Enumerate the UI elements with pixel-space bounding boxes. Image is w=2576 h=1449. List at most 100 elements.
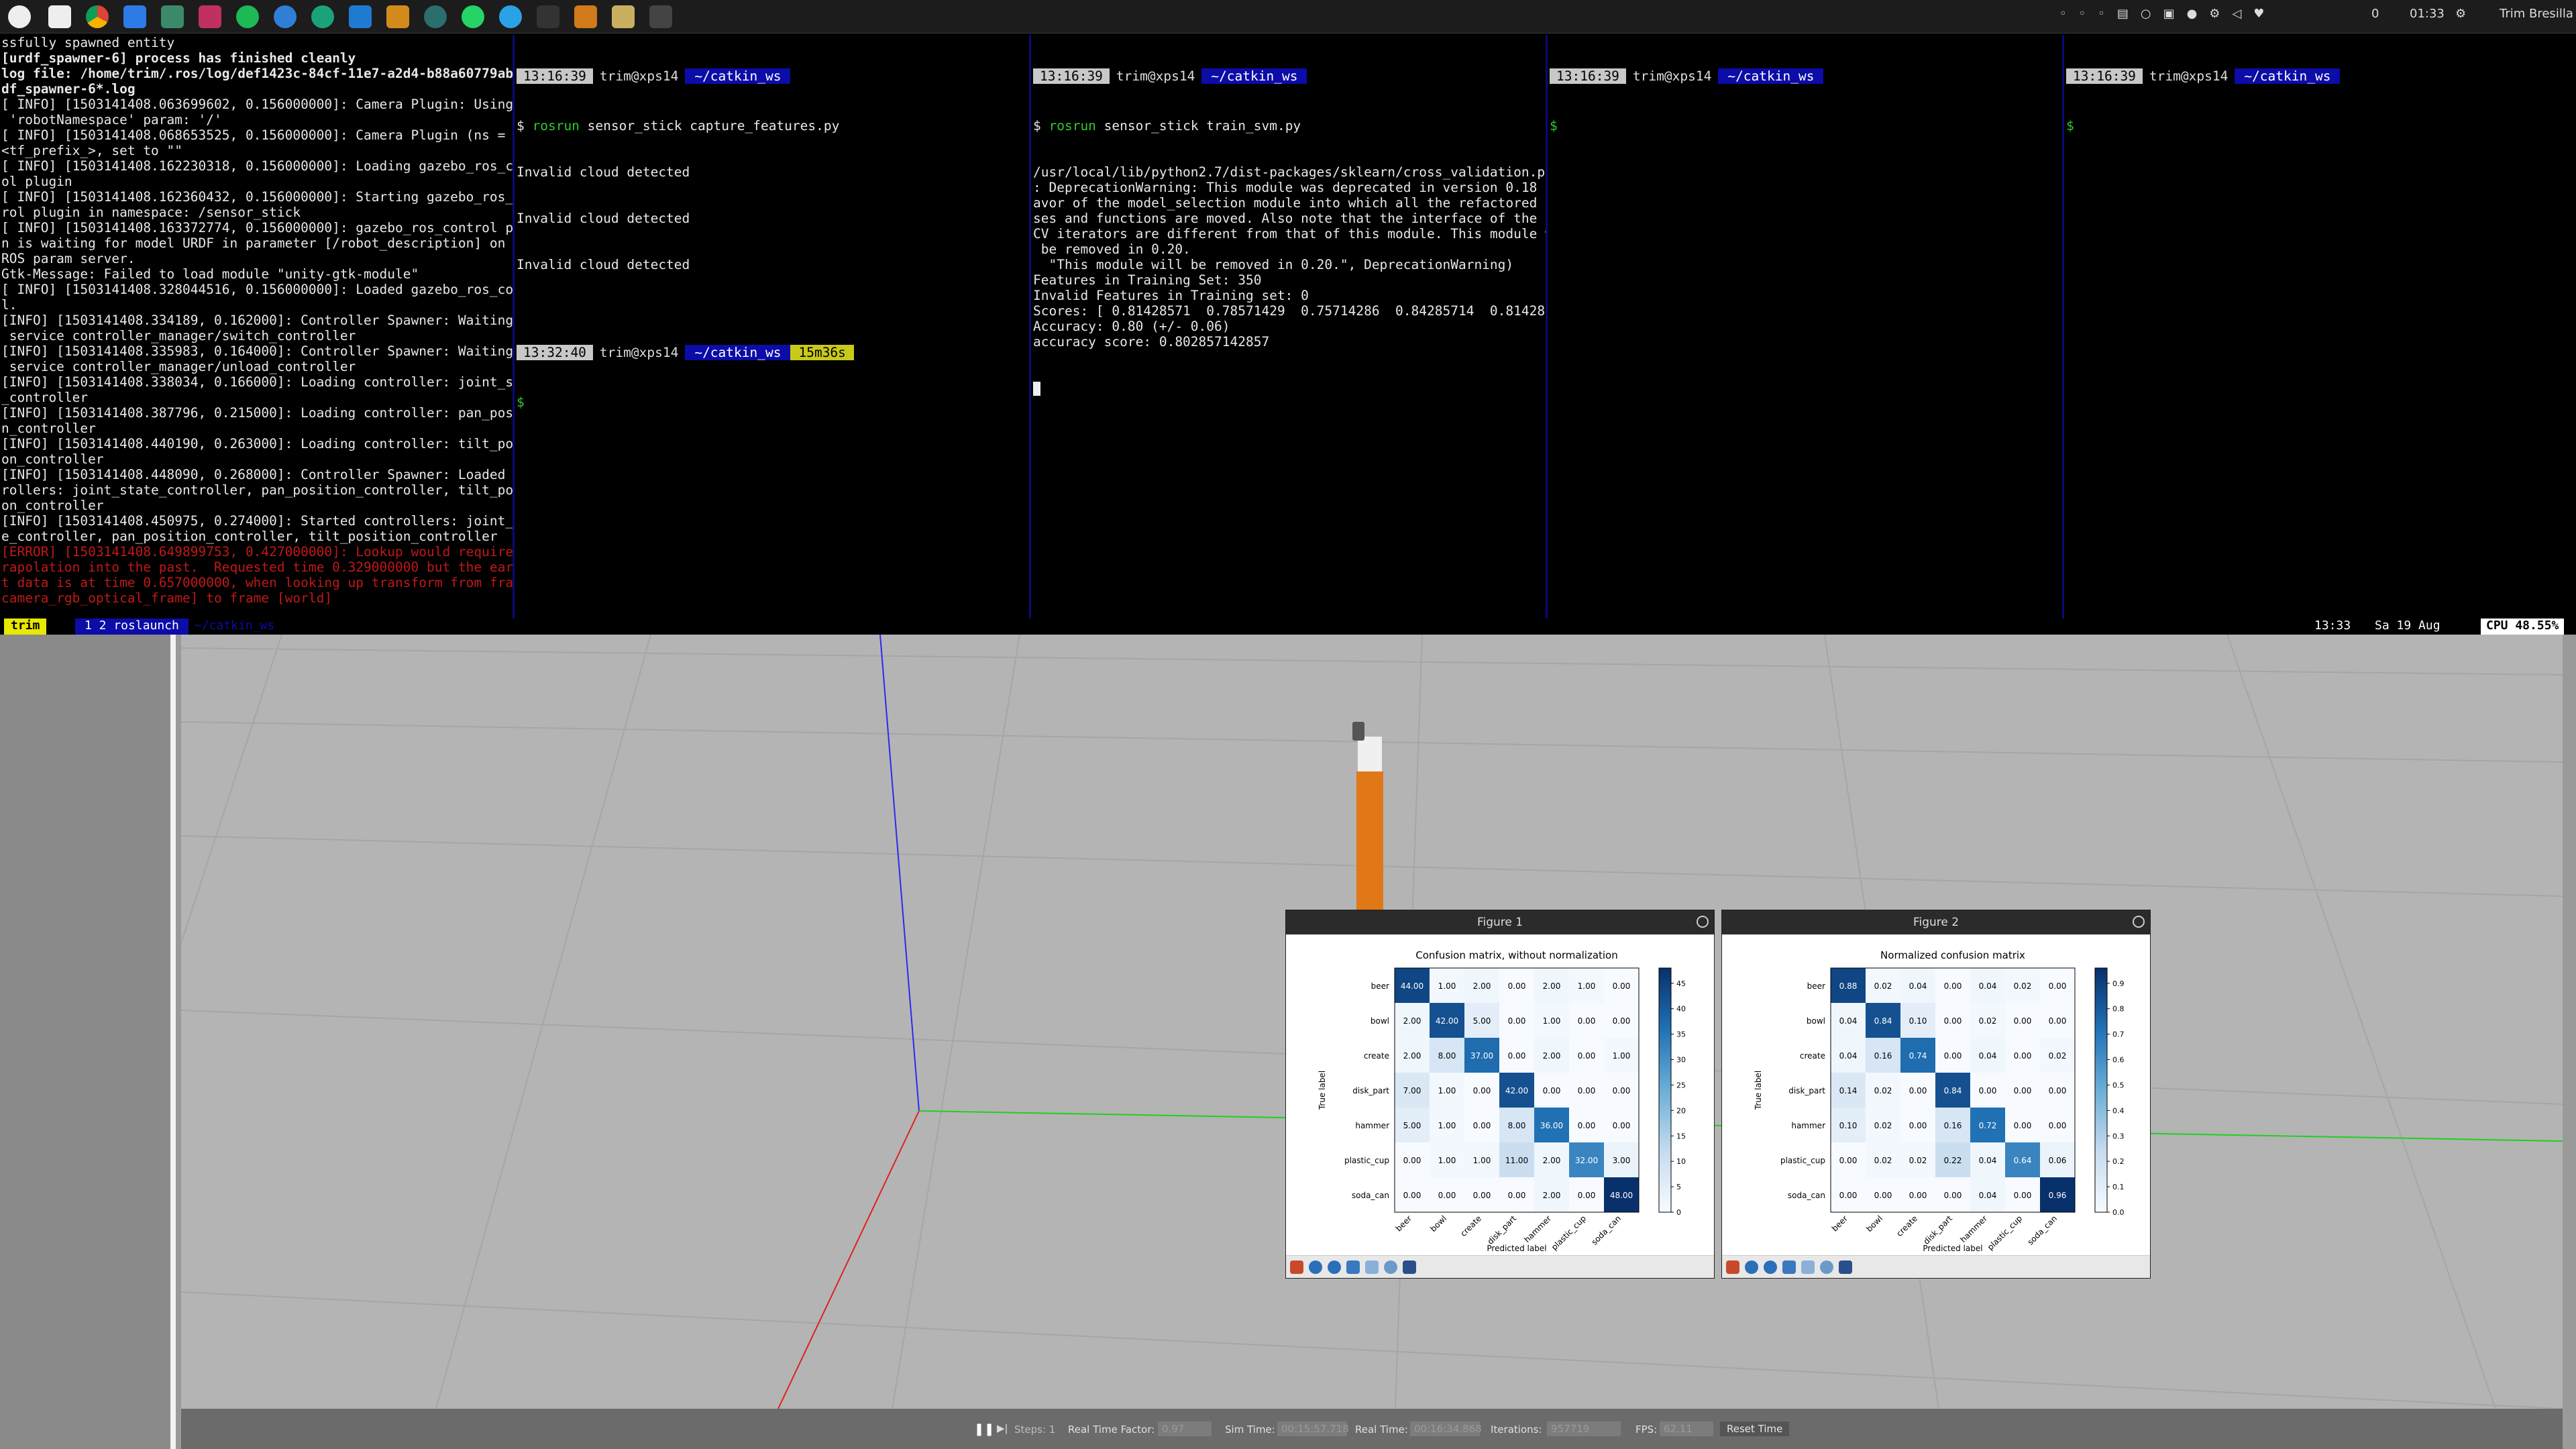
camera-lens[interactable] <box>1352 722 1364 741</box>
pan-icon[interactable] <box>1346 1260 1360 1274</box>
back-icon[interactable] <box>1745 1260 1758 1274</box>
terminal-pane-capture[interactable]: 13:16:39 trim@xps14 ~/catkin_ws $ rosrun s… <box>515 35 1029 619</box>
cell-value: 0.04 <box>1979 1156 1997 1165</box>
pause-icon[interactable]: ❚❚ <box>974 1422 994 1436</box>
y-tick-label: plastic_cup <box>1780 1156 1825 1165</box>
spotify-icon[interactable] <box>236 5 259 28</box>
window-list[interactable]: 1 2 roslaunch <box>75 619 189 635</box>
error-line: [ERROR] [1503141408.649899753, 0.4270000… <box>1 544 513 559</box>
close-icon[interactable] <box>2133 916 2145 928</box>
ubuntu-menu-icon[interactable] <box>8 5 31 28</box>
figure-title-bar[interactable]: Figure 2 <box>1722 910 2150 934</box>
cell-value: 0.00 <box>1874 1191 1892 1200</box>
output-line: Invalid Features in Training set: 0 <box>1033 288 1309 303</box>
app4-icon[interactable] <box>612 5 635 28</box>
app3-icon[interactable] <box>574 5 597 28</box>
log-line: [INFO] [1503141408.450975, 0.274000]: St… <box>1 513 513 529</box>
save-icon[interactable] <box>1403 1260 1416 1274</box>
command-line: $ rosrun sensor_stick capture_features.p… <box>517 118 840 133</box>
figure-canvas[interactable]: Normalized confusion matrix 0.88 0.02 0.04 0… <box>1722 934 2150 1255</box>
cell-value: 0.00 <box>1613 1121 1631 1130</box>
chrome-icon[interactable] <box>86 5 109 28</box>
figure-1-window[interactable]: Figure 1 Confusion matrix, without norma… <box>1285 910 1715 1279</box>
cell-value: 0.00 <box>2014 1051 2032 1061</box>
log-line: 'robotNamespace' param: '/' <box>1 112 222 127</box>
settings-icon[interactable] <box>274 5 297 28</box>
terminal-pane-roslaunch[interactable]: ssfully spawned entity [urdf_spawner-6] p… <box>0 35 513 619</box>
colorbar-tick-label: 0.6 <box>2112 1056 2125 1065</box>
close-icon[interactable] <box>1697 916 1709 928</box>
steps-label[interactable]: Steps: 1 <box>1014 1424 1055 1436</box>
user-name[interactable]: Trim Bresilla <box>2500 7 2573 21</box>
x-axis-label: Predicted label <box>1487 1244 1546 1253</box>
app2-icon[interactable] <box>424 5 447 28</box>
figure-title-bar[interactable]: Figure 1 <box>1286 910 1714 934</box>
terminal-pane-4[interactable]: 13:16:39 trim@xps14 ~/catkin_ws $ <box>1548 35 2062 619</box>
gazebo-side-panel[interactable] <box>0 635 176 1449</box>
terminal-icon[interactable] <box>537 5 559 28</box>
files-icon[interactable] <box>48 5 71 28</box>
clock[interactable]: 01:33 <box>2410 7 2445 21</box>
status-cpu: CPU 48.55% <box>2481 619 2565 635</box>
skype-icon[interactable] <box>499 5 522 28</box>
cell-value: 44.00 <box>1401 981 1424 991</box>
user-icon[interactable]: ⚙ <box>2455 7 2466 21</box>
figure-2-window[interactable]: Figure 2 Normalized confusion matrix 0.88… <box>1721 910 2151 1279</box>
x-tick-label: beer <box>1830 1214 1849 1233</box>
cell-value: 0.00 <box>1438 1191 1456 1200</box>
top-panel: ◦◦◦▤○▣●⚙◁♥ 0 01:33 ⚙ Trim Bresilla <box>0 0 2576 34</box>
cell-value: 1.00 <box>1543 1016 1561 1026</box>
zoom-icon[interactable] <box>1365 1260 1379 1274</box>
whatsapp-icon[interactable] <box>462 5 484 28</box>
home-icon[interactable] <box>1290 1260 1303 1274</box>
figure-window-title: Figure 1 <box>1477 916 1523 929</box>
y-tick-label: disk_part <box>1788 1086 1825 1095</box>
window-icon[interactable] <box>649 5 672 28</box>
terminal-pane-train[interactable]: 13:16:39 trim@xps14 ~/catkin_ws $ rosrun s… <box>1032 35 1546 619</box>
colorbar-tick-label: 25 <box>1676 1081 1686 1089</box>
monitor-icon[interactable] <box>161 5 184 28</box>
y-tick-label: soda_can <box>1352 1191 1389 1200</box>
back-icon[interactable] <box>1309 1260 1322 1274</box>
zoom-icon[interactable] <box>1801 1260 1815 1274</box>
output-line: avor of the model_selection module into … <box>1033 195 1546 211</box>
configure-icon[interactable] <box>1384 1260 1397 1274</box>
forward-icon[interactable] <box>1764 1260 1777 1274</box>
x-axis <box>777 1110 920 1409</box>
colorbar <box>2094 967 2108 1213</box>
figure-canvas[interactable]: Confusion matrix, without normalization 4… <box>1286 934 1714 1255</box>
git-icon[interactable] <box>386 5 409 28</box>
download-icon[interactable] <box>123 5 146 28</box>
configure-icon[interactable] <box>1820 1260 1833 1274</box>
cell-value: 0.00 <box>1909 1121 1927 1130</box>
output-line: ses and functions are moved. Also note t… <box>1033 211 1546 226</box>
browser-icon[interactable] <box>311 5 334 28</box>
y-tick-label: beer <box>1371 981 1389 991</box>
cell-value: 2.00 <box>1403 1051 1421 1061</box>
cell-value: 1.00 <box>1613 1051 1631 1061</box>
prompt-time: 13:16:39 <box>2066 68 2143 84</box>
fps-label: FPS: <box>1635 1424 1658 1436</box>
y-tick-label: hammer <box>1791 1121 1825 1130</box>
terminal-pane-5[interactable]: 13:16:39 trim@xps14 ~/catkin_ws $ <box>2065 35 2576 619</box>
prompt: 13:16:39 trim@xps14 ~/catkin_ws <box>2066 68 2576 87</box>
app-icon[interactable] <box>199 5 221 28</box>
command-args: sensor_stick train_svm.py <box>1095 118 1301 133</box>
pan-icon[interactable] <box>1782 1260 1796 1274</box>
camera-body[interactable] <box>1358 737 1382 771</box>
step-icon[interactable]: ▶| <box>997 1422 1008 1434</box>
tray-icons[interactable]: ◦◦◦▤○▣●⚙◁♥ <box>2059 7 2276 21</box>
x-tick-label: disk_part <box>1921 1214 1954 1246</box>
vscode-icon[interactable] <box>349 5 372 28</box>
log-line: [ INFO] [1503141408.063699602, 0.1560000… <box>1 97 513 112</box>
status-path: ~/catkin_ws <box>195 619 275 633</box>
reset-time-button[interactable]: Reset Time <box>1720 1421 1790 1436</box>
cell-value: 5.00 <box>1403 1121 1421 1130</box>
home-icon[interactable] <box>1726 1260 1739 1274</box>
save-icon[interactable] <box>1839 1260 1852 1274</box>
log-line: log file: /home/trim/.ros/log/def1423c-8… <box>1 66 513 81</box>
prompt-dir: ~/catkin_ws <box>2235 68 2341 84</box>
session-name[interactable]: trim <box>4 619 47 635</box>
cell-value: 0.00 <box>1839 1156 1858 1165</box>
forward-icon[interactable] <box>1328 1260 1341 1274</box>
